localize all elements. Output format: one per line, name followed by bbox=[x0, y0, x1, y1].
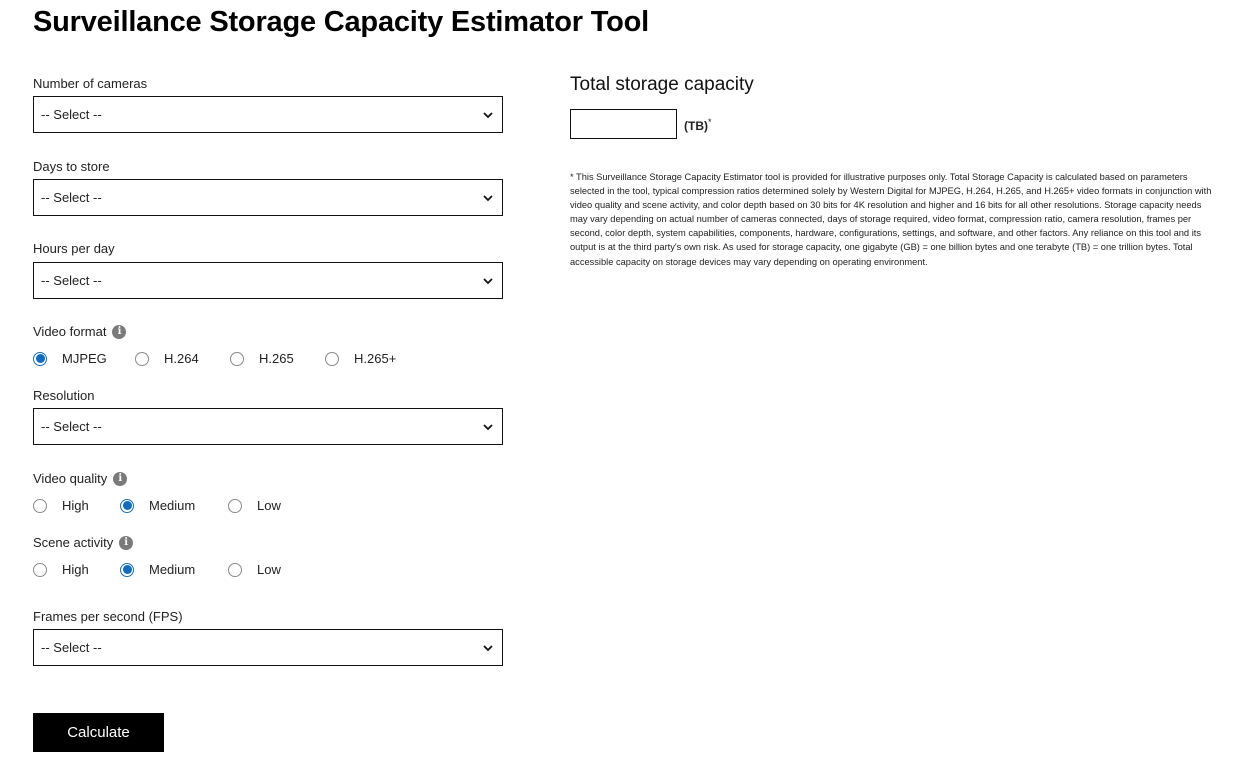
cameras-select-value: -- Select -- bbox=[41, 107, 102, 122]
radio-button[interactable] bbox=[120, 498, 134, 513]
total-capacity-output[interactable] bbox=[570, 109, 677, 139]
resolution-select-value: -- Select -- bbox=[41, 419, 102, 434]
disclaimer-text: * This Surveillance Storage Capacity Est… bbox=[570, 172, 1212, 267]
cameras-select[interactable]: -- Select -- bbox=[33, 96, 503, 133]
radio-mjpeg[interactable]: MJPEG bbox=[33, 351, 135, 366]
chevron-down-icon bbox=[483, 644, 493, 651]
radio-quality-high[interactable]: High bbox=[33, 498, 120, 513]
radio-button[interactable] bbox=[120, 562, 134, 577]
scene-activity-radio-group: High Medium Low bbox=[33, 562, 308, 577]
unit-label: (TB)* bbox=[684, 117, 712, 133]
chevron-down-icon bbox=[483, 423, 493, 430]
chevron-down-icon bbox=[483, 111, 493, 118]
radio-button[interactable] bbox=[33, 562, 47, 577]
radio-quality-low[interactable]: Low bbox=[228, 498, 308, 513]
info-icon[interactable]: i bbox=[112, 324, 127, 339]
resolution-label: Resolution bbox=[33, 388, 95, 403]
radio-activity-low[interactable]: Low bbox=[228, 562, 308, 577]
page-title: Surveillance Storage Capacity Estimator … bbox=[33, 6, 649, 38]
chevron-down-icon bbox=[483, 194, 493, 201]
info-icon[interactable]: i bbox=[113, 471, 128, 486]
radio-h264[interactable]: H.264 bbox=[135, 351, 230, 366]
radio-button[interactable] bbox=[325, 351, 339, 366]
radio-button[interactable] bbox=[33, 351, 47, 366]
hours-label: Hours per day bbox=[33, 241, 115, 256]
video-quality-label: Video quality i bbox=[33, 471, 128, 486]
cameras-label: Number of cameras bbox=[33, 76, 148, 91]
radio-button[interactable] bbox=[228, 498, 242, 513]
scene-activity-label: Scene activity i bbox=[33, 535, 134, 550]
days-label: Days to store bbox=[33, 159, 110, 174]
info-icon[interactable]: i bbox=[119, 535, 134, 550]
radio-button[interactable] bbox=[33, 498, 47, 513]
resolution-select[interactable]: -- Select -- bbox=[33, 408, 503, 445]
fps-label: Frames per second (FPS) bbox=[33, 609, 183, 624]
days-select-value: -- Select -- bbox=[41, 190, 102, 205]
radio-quality-medium[interactable]: Medium bbox=[120, 498, 228, 513]
result-title: Total storage capacity bbox=[570, 74, 754, 95]
radio-activity-medium[interactable]: Medium bbox=[120, 562, 228, 577]
fps-select[interactable]: -- Select -- bbox=[33, 629, 503, 666]
radio-button[interactable] bbox=[230, 351, 244, 366]
calculate-button[interactable]: Calculate bbox=[33, 713, 164, 752]
radio-button[interactable] bbox=[135, 351, 149, 366]
radio-h265-plus[interactable]: H.265+ bbox=[325, 351, 420, 366]
video-format-label: Video format i bbox=[33, 324, 127, 339]
hours-select[interactable]: -- Select -- bbox=[33, 262, 503, 299]
video-format-radio-group: MJPEG H.264 H.265 H.265+ bbox=[33, 351, 420, 366]
chevron-down-icon bbox=[483, 277, 493, 284]
hours-select-value: -- Select -- bbox=[41, 273, 102, 288]
radio-activity-high[interactable]: High bbox=[33, 562, 120, 577]
radio-h265[interactable]: H.265 bbox=[230, 351, 325, 366]
video-quality-radio-group: High Medium Low bbox=[33, 498, 308, 513]
fps-select-value: -- Select -- bbox=[41, 640, 102, 655]
days-select[interactable]: -- Select -- bbox=[33, 179, 503, 216]
radio-button[interactable] bbox=[228, 562, 242, 577]
